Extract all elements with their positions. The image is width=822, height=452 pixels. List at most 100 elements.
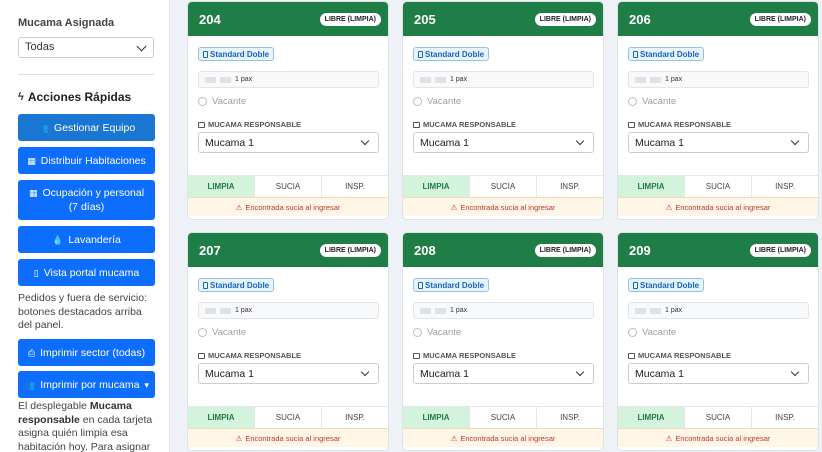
found-dirty-label: Encontrada sucia al ingresar	[245, 202, 341, 212]
cleaning-status-tabs: LIMPIA SUCIA INSP.	[188, 406, 388, 428]
room-number: 206	[629, 11, 651, 27]
gestionar-equipo-button[interactable]: 👥 Gestionar Equipo	[18, 114, 155, 141]
id-card-icon	[413, 121, 420, 128]
door-icon	[633, 281, 638, 289]
found-dirty-label: Encontrada sucia al ingresar	[675, 433, 771, 443]
id-card-icon	[198, 121, 205, 128]
vista-portal-mucama-button[interactable]: ▯ Vista portal mucama	[18, 259, 155, 286]
mucama-filter-select[interactable]: Todas	[18, 37, 154, 58]
room-number: 207	[199, 242, 221, 258]
room-card: 204 LIBRE (LIMPIA) Standard Doble 1 pax …	[187, 1, 389, 220]
found-dirty-button[interactable]: ⚠ Encontrada sucia al ingresar	[188, 197, 388, 216]
mucama-responsable-label: MUCAMA RESPONSABLE	[413, 120, 516, 129]
status-badge: LIBRE (LIMPIA)	[534, 12, 596, 26]
guest-info: 1 pax	[198, 302, 379, 319]
room-card: 207 LIBRE (LIMPIA) Standard Doble 1 pax …	[187, 232, 389, 451]
grid-icon: ▦	[27, 155, 36, 166]
room-type-badge: Standard Doble	[413, 278, 490, 292]
imprimir-sector-label: Imprimir sector (todas)	[40, 346, 146, 359]
guest-name-redacted	[420, 307, 431, 314]
guest-info: 1 pax	[413, 302, 594, 319]
vacante-radio[interactable]: Vacante	[628, 327, 676, 338]
found-dirty-label: Encontrada sucia al ingresar	[460, 433, 556, 443]
pax-count: 1 pax	[235, 76, 253, 83]
room-card: 205 LIBRE (LIMPIA) Standard Doble 1 pax …	[402, 1, 604, 220]
guest-info: 1 pax	[198, 71, 379, 88]
droplet-icon: 💧	[52, 234, 64, 245]
vacante-radio[interactable]: Vacante	[628, 96, 676, 107]
vacante-radio[interactable]: Vacante	[413, 96, 461, 107]
tab-sucia[interactable]: SUCIA	[255, 176, 322, 197]
imprimir-sector-button[interactable]: ⎙ Imprimir sector (todas)	[18, 339, 155, 366]
chevron-down-icon	[790, 136, 800, 146]
room-type-badge: Standard Doble	[413, 47, 490, 61]
tab-limpia[interactable]: LIMPIA	[188, 176, 255, 197]
divider	[18, 74, 154, 75]
mucama-responsable-select[interactable]: Mucama 1	[628, 132, 809, 153]
vista-portal-mucama-label: Vista portal mucama	[43, 266, 140, 279]
guest-name-redacted	[635, 76, 646, 83]
tab-limpia[interactable]: LIMPIA	[188, 407, 255, 428]
tab-insp[interactable]: INSP.	[752, 176, 818, 197]
note-prefix: El desplegable	[18, 400, 90, 412]
radio-icon	[198, 97, 207, 106]
mucama-responsable-value: Mucama 1	[205, 137, 255, 149]
distribuir-habitaciones-button[interactable]: ▦ Distribuir Habitaciones	[18, 147, 155, 174]
vacante-radio[interactable]: Vacante	[413, 327, 461, 338]
found-dirty-button[interactable]: ⚠ Encontrada sucia al ingresar	[403, 428, 603, 447]
guest-name-redacted	[650, 307, 661, 314]
chevron-down-icon	[575, 367, 585, 377]
mucama-responsable-value: Mucama 1	[635, 368, 685, 380]
vacante-radio[interactable]: Vacante	[198, 327, 246, 338]
mucama-responsable-label: MUCAMA RESPONSABLE	[628, 351, 731, 360]
mucama-responsable-select[interactable]: Mucama 1	[413, 363, 594, 384]
mucama-filter-value: Todas	[25, 41, 55, 53]
pax-count: 1 pax	[450, 307, 468, 314]
tab-limpia[interactable]: LIMPIA	[618, 407, 685, 428]
imprimir-por-mucama-label: Imprimir por mucama	[40, 378, 140, 391]
found-dirty-button[interactable]: ⚠ Encontrada sucia al ingresar	[618, 197, 818, 216]
mucama-responsable-select[interactable]: Mucama 1	[198, 132, 379, 153]
cleaning-status-tabs: LIMPIA SUCIA INSP.	[403, 406, 603, 428]
tab-insp[interactable]: INSP.	[537, 176, 603, 197]
mucama-responsable-select[interactable]: Mucama 1	[198, 363, 379, 384]
mucama-responsable-select[interactable]: Mucama 1	[628, 363, 809, 384]
tab-insp[interactable]: INSP.	[322, 176, 388, 197]
tab-insp[interactable]: INSP.	[537, 407, 603, 428]
door-icon	[633, 50, 638, 58]
lavanderia-button[interactable]: 💧 Lavandería	[18, 226, 155, 253]
gestionar-equipo-label: Gestionar Equipo	[54, 121, 136, 134]
pax-count: 1 pax	[665, 307, 683, 314]
tab-insp[interactable]: INSP.	[322, 407, 388, 428]
tab-sucia[interactable]: SUCIA	[470, 407, 537, 428]
mucama-responsable-select[interactable]: Mucama 1	[413, 132, 594, 153]
tab-sucia[interactable]: SUCIA	[685, 407, 752, 428]
tab-limpia[interactable]: LIMPIA	[403, 407, 470, 428]
door-icon	[203, 50, 208, 58]
mucama-filter-label: Mucama Asignada	[18, 17, 115, 29]
tab-sucia[interactable]: SUCIA	[255, 407, 322, 428]
room-number: 209	[629, 242, 651, 258]
tab-sucia[interactable]: SUCIA	[470, 176, 537, 197]
tab-limpia[interactable]: LIMPIA	[618, 176, 685, 197]
radio-icon	[198, 328, 207, 337]
room-number: 208	[414, 242, 436, 258]
found-dirty-button[interactable]: ⚠ Encontrada sucia al ingresar	[403, 197, 603, 216]
room-card: 206 LIBRE (LIMPIA) Standard Doble 1 pax …	[617, 1, 819, 220]
tab-limpia[interactable]: LIMPIA	[403, 176, 470, 197]
distribuir-habitaciones-label: Distribuir Habitaciones	[40, 154, 146, 167]
vacante-label: Vacante	[642, 327, 677, 338]
id-card-icon	[628, 121, 635, 128]
users-icon: 👥	[37, 122, 50, 133]
room-type-label: Standard Doble	[210, 49, 270, 59]
vacante-radio[interactable]: Vacante	[198, 96, 246, 107]
vacante-label: Vacante	[212, 327, 247, 338]
ocupacion-personal-button[interactable]: ▦ Ocupación y personal (7 días)	[18, 180, 155, 220]
imprimir-por-mucama-button[interactable]: 👥 Imprimir por mucama ▾	[18, 371, 155, 398]
lavanderia-label: Lavandería	[68, 233, 121, 246]
room-number: 205	[414, 11, 436, 27]
tab-sucia[interactable]: SUCIA	[685, 176, 752, 197]
tab-insp[interactable]: INSP.	[752, 407, 818, 428]
found-dirty-button[interactable]: ⚠ Encontrada sucia al ingresar	[188, 428, 388, 447]
found-dirty-button[interactable]: ⚠ Encontrada sucia al ingresar	[618, 428, 818, 447]
